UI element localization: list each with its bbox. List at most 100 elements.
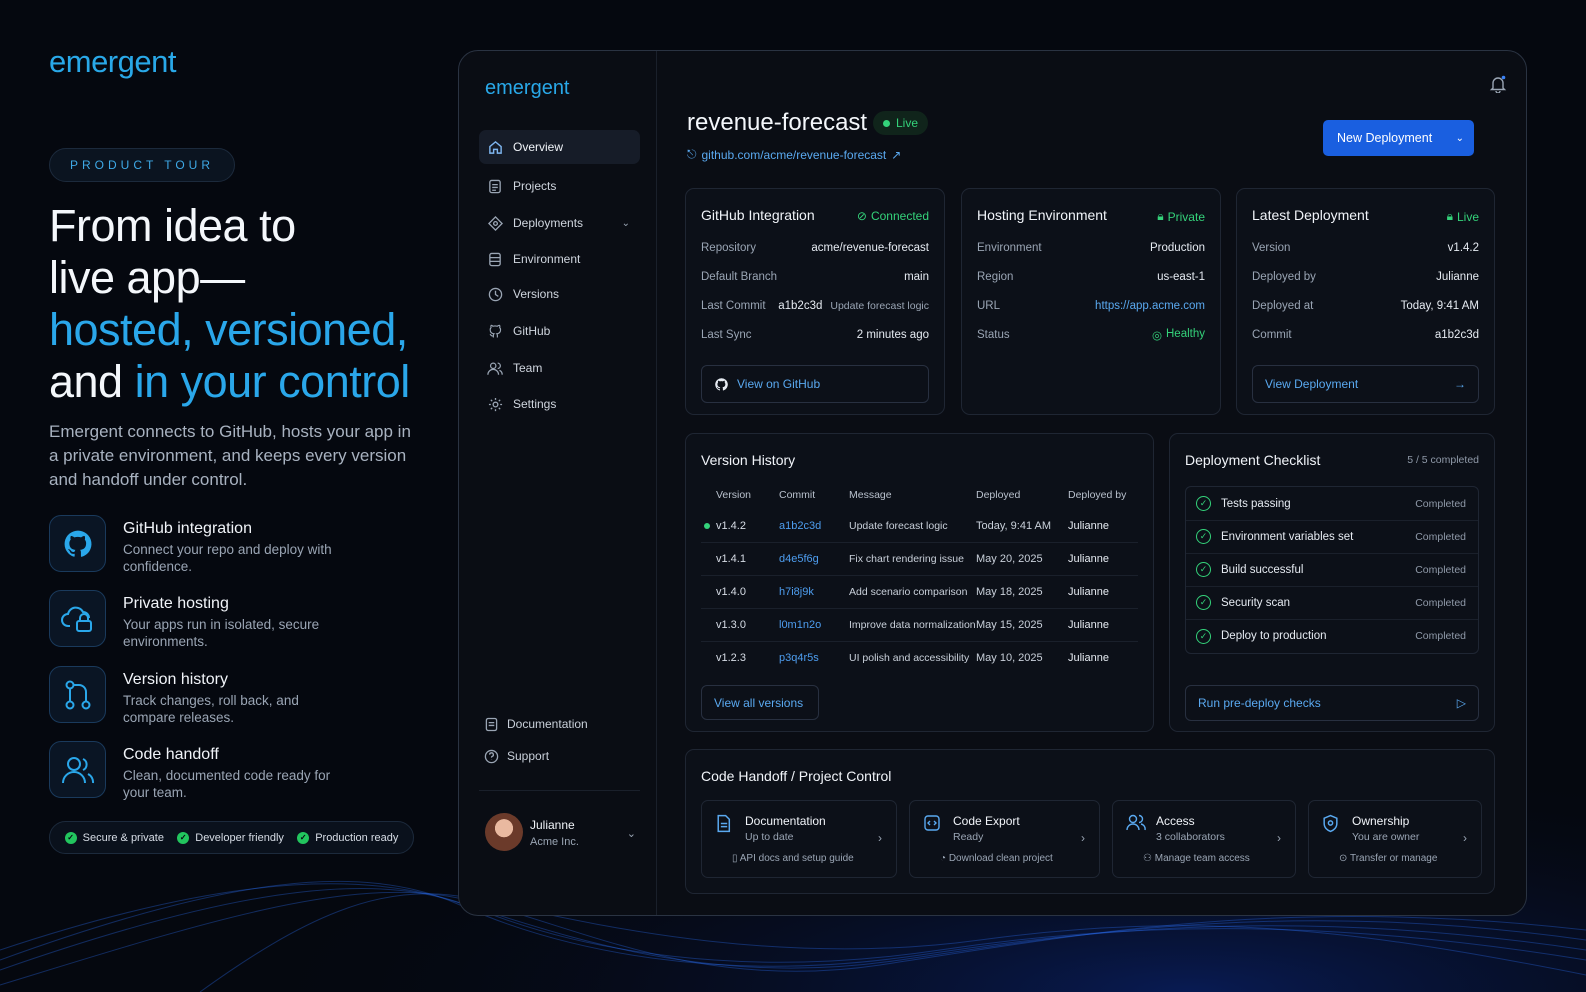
row-key: Version <box>1252 242 1291 254</box>
table-row[interactable]: v1.4.0 h7i8j9k Add scenario comparison M… <box>701 576 1138 609</box>
handoff-documentation[interactable]: Documentation Up to date ▯ API docs and … <box>701 800 897 878</box>
checklist-count: 5 / 5 completed <box>1407 454 1479 466</box>
view-deployment-button[interactable]: View Deployment → <box>1252 365 1479 403</box>
commit-hash: a1b2c3d <box>778 300 823 312</box>
main-content: revenue-forecast Live ⎋ github.com/acme/r… <box>657 51 1526 915</box>
sidebar-item-versions[interactable]: Versions <box>479 277 640 311</box>
message-cell: Fix chart rendering issue <box>849 553 964 565</box>
deployed-cell: May 15, 2025 <box>976 619 1043 631</box>
message-cell: Add scenario comparison <box>849 586 968 598</box>
sidebar-item-label: Team <box>513 361 543 375</box>
feature-handoff: Code handoff Clean, documented code read… <box>49 741 409 800</box>
info-row: URL https://app.acme.com <box>977 296 1205 316</box>
handoff-access[interactable]: Access 3 collaborators ⚇ Manage team acc… <box>1112 800 1296 878</box>
lock-icon: 🔒︎ <box>1157 209 1164 223</box>
checklist-item: ✓ Tests passing Completed <box>1186 487 1478 521</box>
feature-title: Private hosting <box>123 595 229 612</box>
sidebar-item-label: Overview <box>513 140 564 154</box>
sidebar-item-label: Environment <box>513 252 581 266</box>
view-on-github-button[interactable]: View on GitHub <box>701 365 929 403</box>
status-label: Private <box>1167 209 1205 224</box>
handoff-code-export[interactable]: Code Export Ready ◔ Download clean proje… <box>909 800 1100 878</box>
sidebar-item-documentation[interactable]: Documentation <box>483 716 588 732</box>
handoff-subtitle: Up to date <box>745 831 794 843</box>
chevron-down-icon[interactable]: ⌄ <box>627 827 636 840</box>
new-deployment-button[interactable]: New Deployment ⌄ <box>1323 120 1474 156</box>
status-label: Connected <box>870 209 929 223</box>
commit-link[interactable]: p3q4r5s <box>779 652 819 664</box>
sidebar-item-team[interactable]: Team <box>479 351 640 385</box>
sidebar-item-label: Documentation <box>507 717 588 731</box>
lock-icon: 🔒︎ <box>1446 209 1453 223</box>
sidebar-logo[interactable]: emergent <box>485 77 570 100</box>
chevron-right-icon: › <box>1463 831 1467 845</box>
table-row[interactable]: v1.3.0 l0m1n2o Improve data normalizatio… <box>701 609 1138 642</box>
run-checks-button[interactable]: Run pre-deploy checks ▷ <box>1185 685 1479 721</box>
handoff-ownership[interactable]: Ownership You are owner ⊙ Transfer or ma… <box>1308 800 1482 878</box>
commit-link[interactable]: h7i8j9k <box>779 586 814 598</box>
card-title: Version History <box>701 452 796 468</box>
sidebar-item-support[interactable]: Support <box>483 748 549 764</box>
table-row[interactable]: v1.4.2 a1b2c3d Update forecast logic Tod… <box>701 510 1138 543</box>
row-value: acme/revenue-forecast <box>811 242 929 254</box>
sidebar-item-environment[interactable]: Environment <box>479 242 640 276</box>
row-value: main <box>904 271 929 283</box>
new-deployment-label: New Deployment <box>1337 131 1433 145</box>
badge-label: Developer friendly <box>195 831 284 844</box>
column-header: Deployed <box>976 489 1021 501</box>
marketing-panel: emergent PRODUCT TOUR From idea to live … <box>49 0 429 992</box>
sidebar-item-settings[interactable]: Settings <box>479 387 640 421</box>
chevron-down-icon[interactable]: ⌄ <box>622 218 630 229</box>
checklist-status: Completed <box>1415 596 1466 609</box>
message-cell: Improve data normalization <box>849 619 976 631</box>
commit-link[interactable]: d4e5f6g <box>779 553 819 565</box>
card-title: Deployment Checklist <box>1185 452 1321 468</box>
column-header: Commit <box>779 489 816 501</box>
commit-link[interactable]: a1b2c3d <box>779 520 821 532</box>
hero-line-4: and in your control <box>49 356 449 408</box>
checklist-label: Deploy to production <box>1221 630 1327 642</box>
sidebar-item-label: GitHub <box>513 324 551 338</box>
checklist-status: Completed <box>1415 530 1466 543</box>
chevron-down-icon[interactable]: ⌄ <box>1456 120 1464 156</box>
deployed-cell: Today, 9:41 AM <box>976 520 1052 532</box>
chevron-right-icon: › <box>878 831 882 845</box>
card-title: Code Handoff / Project Control <box>701 768 892 784</box>
sidebar-item-projects[interactable]: Projects <box>479 169 640 203</box>
row-value: v1.4.2 <box>1447 242 1479 254</box>
app-url-link[interactable]: https://app.acme.com <box>1095 300 1205 312</box>
github-icon <box>715 377 728 391</box>
feature-hosting: Private hosting Your apps run in isolate… <box>49 590 409 649</box>
arrow-right-icon: → <box>1454 377 1466 391</box>
table-row[interactable]: v1.4.1 d4e5f6g Fix chart rendering issue… <box>701 543 1138 576</box>
bell-icon[interactable] <box>1489 75 1507 98</box>
product-tour-pill: PRODUCT TOUR <box>49 148 236 182</box>
current-version-dot <box>704 523 710 529</box>
github-integration-card: GitHub Integration ⊘ Connected Repository… <box>685 188 945 415</box>
column-header: Version <box>716 489 752 501</box>
repo-link[interactable]: ⎋ github.com/acme/revenue-forecast ↗ <box>687 147 901 162</box>
table-row[interactable]: v1.2.3 p3q4r5s UI polish and accessibili… <box>701 642 1138 675</box>
health-status: ◎ Healthy <box>1152 328 1205 342</box>
sidebar-item-label: Support <box>507 749 550 763</box>
info-row: Repository acme/revenue-forecast <box>701 238 929 258</box>
code-handoff-card: Code Handoff / Project Control Documenta… <box>685 749 1495 894</box>
handoff-footnote: ◔ Download clean project <box>940 853 1053 864</box>
version-cell: v1.4.0 <box>716 586 746 598</box>
check-circle-icon: ✓ <box>1196 628 1211 644</box>
doc-icon <box>715 814 732 838</box>
trust-badges: ✓ Secure & private ✓ Developer friendly ✓ P… <box>49 821 414 854</box>
sidebar-item-deployments[interactable]: Deployments ⌄ <box>479 206 640 240</box>
connected-status: ⊘ Connected <box>857 209 929 223</box>
brand-logo: emergent <box>49 44 176 79</box>
sidebar-item-github[interactable]: GitHub <box>479 314 640 348</box>
info-row: Last Commit a1b2c3d Update forecast logic <box>701 296 929 316</box>
status-badge: Live <box>873 111 929 135</box>
row-key: Last Sync <box>701 329 752 341</box>
user-menu[interactable]: Julianne Acme Inc. ⌄ <box>479 790 640 876</box>
feature-desc: Connect your repo and deploy with confid… <box>123 542 332 574</box>
view-all-versions-button[interactable]: View all versions <box>701 685 819 720</box>
deployed-by-cell: Julianne <box>1068 520 1109 532</box>
sidebar-item-overview[interactable]: Overview <box>479 130 640 164</box>
commit-link[interactable]: l0m1n2o <box>779 619 821 631</box>
